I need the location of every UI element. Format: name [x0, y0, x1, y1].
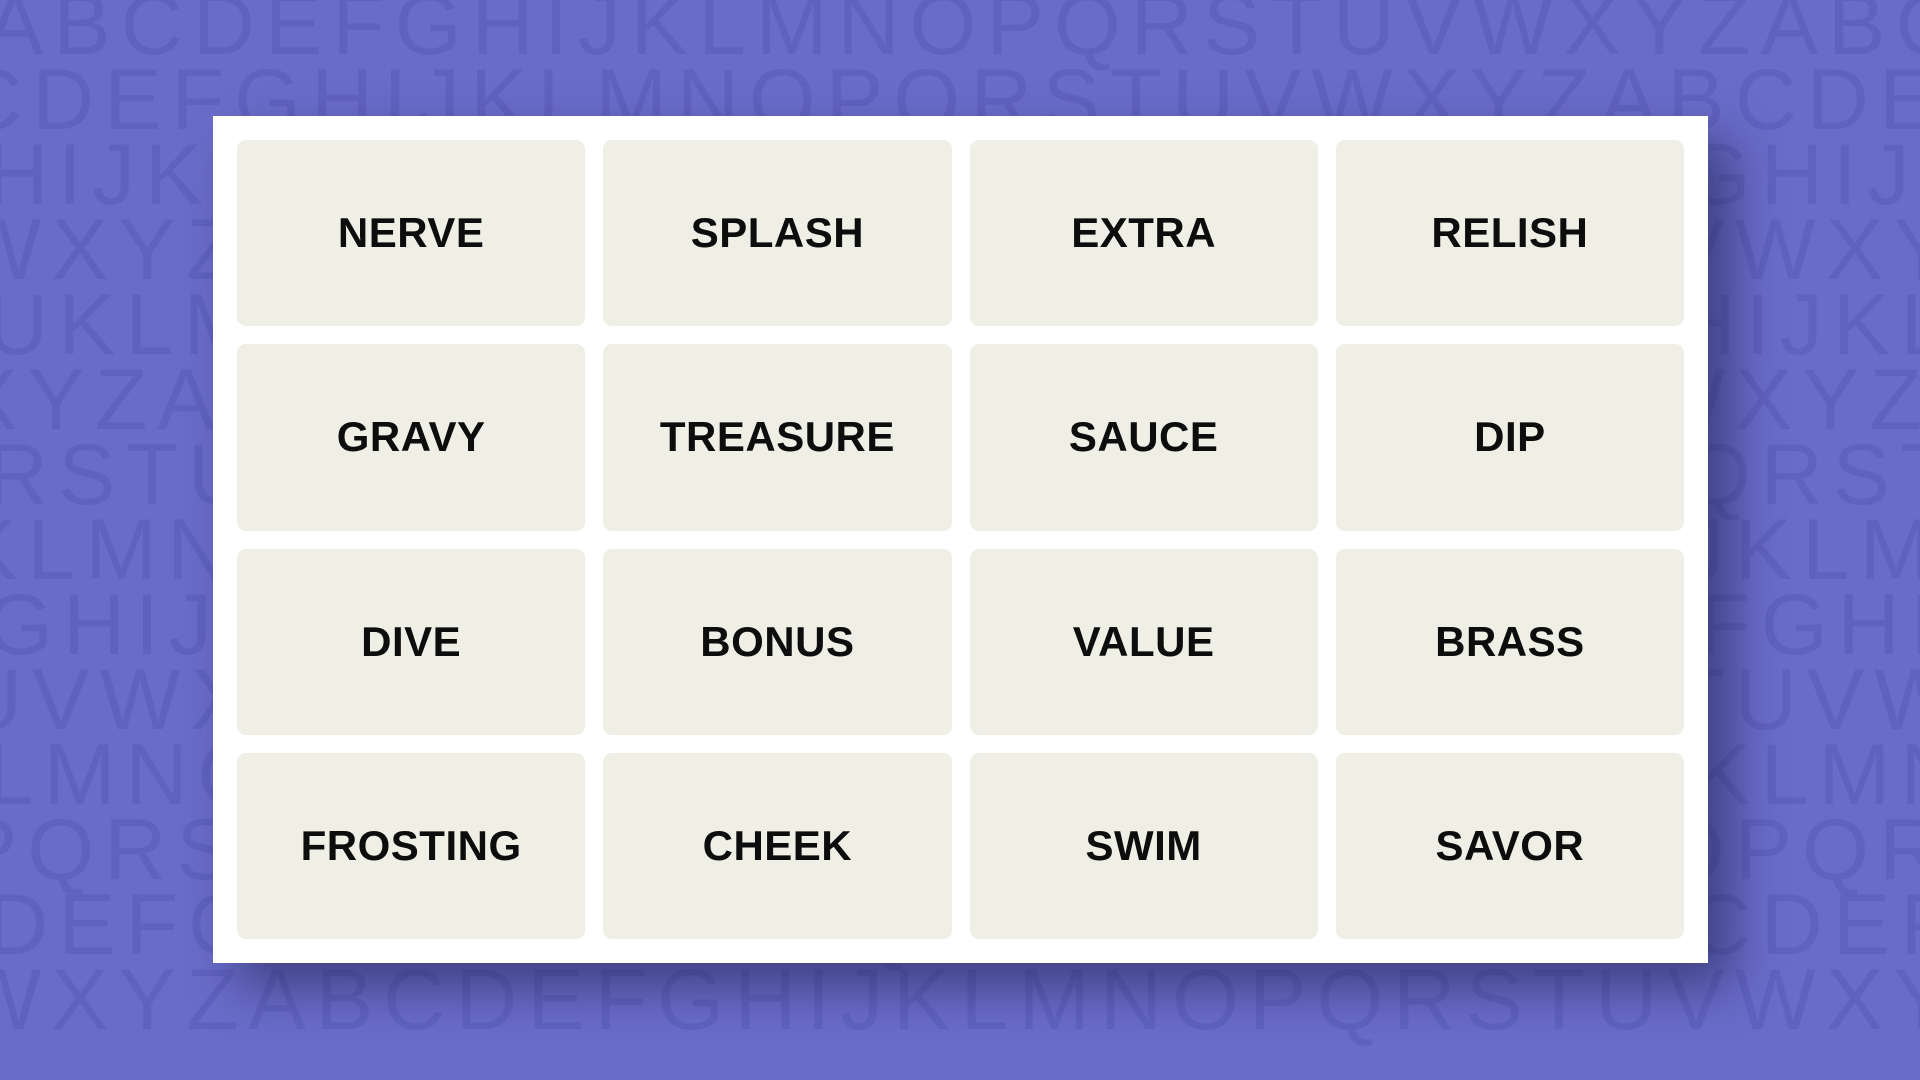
word-tile[interactable]: EXTRA — [969, 140, 1318, 327]
word-tile[interactable]: VALUE — [969, 548, 1318, 735]
word-tile-label: SWIM — [1085, 821, 1202, 869]
word-tile[interactable]: CHEEK — [603, 752, 952, 939]
word-tile[interactable]: SWIM — [969, 752, 1318, 939]
word-tile-label: CHEEK — [702, 821, 853, 869]
word-tile-label: SAUCE — [1068, 413, 1219, 461]
word-tile[interactable]: SAUCE — [969, 344, 1318, 531]
word-tile[interactable]: GRAVY — [237, 344, 586, 531]
word-tile[interactable]: DIP — [1335, 344, 1684, 531]
word-tile-label: SPLASH — [690, 209, 865, 257]
word-tile-label: VALUE — [1072, 617, 1215, 665]
word-tile-label: NERVE — [337, 209, 485, 257]
word-tile[interactable]: TREASURE — [603, 344, 952, 531]
word-tile[interactable]: SAVOR — [1335, 752, 1684, 939]
word-tile-label: EXTRA — [1071, 209, 1217, 257]
puzzle-grid: NERVE SPLASH EXTRA RELISH GRAVY TREASURE SAUCE… — [237, 140, 1684, 939]
word-tile[interactable]: FROSTING — [237, 752, 586, 939]
word-tile-label: BRASS — [1435, 617, 1585, 665]
word-tile-label: TREASURE — [659, 413, 895, 461]
word-tile[interactable]: BONUS — [603, 548, 952, 735]
word-tile[interactable]: NERVE — [237, 140, 586, 327]
puzzle-board: NERVE SPLASH EXTRA RELISH GRAVY TREASURE SAUCE… — [213, 116, 1708, 963]
word-tile-label: GRAVY — [336, 413, 486, 461]
word-tile[interactable]: SPLASH — [603, 140, 952, 327]
word-tile[interactable]: BRASS — [1335, 548, 1684, 735]
word-tile-label: BONUS — [700, 617, 855, 665]
word-tile-label: DIVE — [361, 617, 462, 665]
word-tile[interactable]: DIVE — [237, 548, 586, 735]
word-tile-label: SAVOR — [1435, 821, 1585, 869]
word-tile-label: DIP — [1474, 413, 1546, 461]
word-tile-label: RELISH — [1431, 209, 1589, 257]
word-tile-label: FROSTING — [300, 821, 522, 869]
word-tile[interactable]: RELISH — [1335, 140, 1684, 327]
